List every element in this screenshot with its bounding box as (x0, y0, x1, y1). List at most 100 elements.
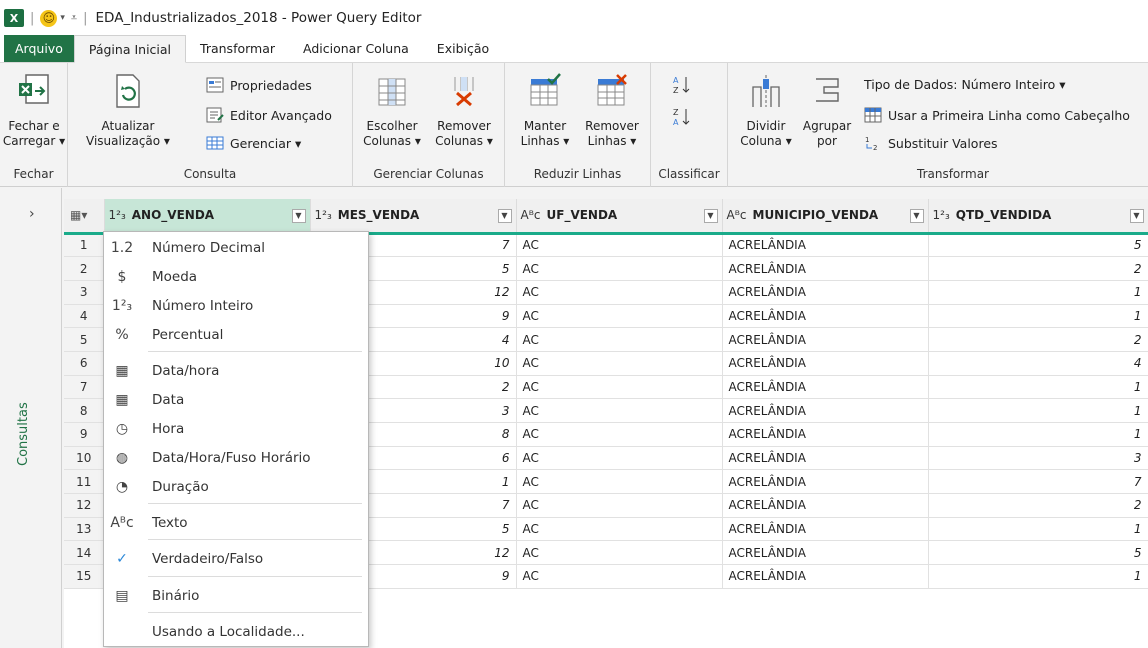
refresh-preview-button[interactable]: Atualizar Visualização ▾ (78, 73, 178, 149)
cell-uf-venda[interactable]: AC (516, 540, 723, 566)
menu-item-true-false[interactable]: ✓ Verdadeiro/Falso (104, 545, 368, 573)
menu-item-percentage[interactable]: % Percentual (104, 321, 368, 349)
tab-pagina-inicial[interactable]: Página Inicial (73, 35, 187, 63)
cell-uf-venda[interactable]: AC (516, 564, 723, 589)
menu-item-whole-number[interactable]: 1²₃ Número Inteiro (104, 292, 368, 320)
cell-qtd-vendida[interactable]: 2 (928, 256, 1148, 281)
cell-qtd-vendida[interactable]: 5 (928, 233, 1148, 258)
tab-adicionar-coluna[interactable]: Adicionar Coluna (289, 35, 423, 62)
cell-uf-venda[interactable]: AC (516, 422, 723, 447)
cell-municipio-venda[interactable]: ACRELÂNDIA (722, 517, 929, 542)
cell-qtd-vendida[interactable]: 2 (928, 327, 1148, 352)
cell-uf-venda[interactable]: AC (516, 469, 723, 495)
cell-municipio-venda[interactable]: ACRELÂNDIA (722, 256, 929, 281)
row-number[interactable]: 13 (64, 517, 105, 542)
cell-municipio-venda[interactable]: ACRELÂNDIA (722, 304, 929, 329)
tab-exibicao[interactable]: Exibição (423, 35, 503, 62)
cell-municipio-venda[interactable]: ACRELÂNDIA (722, 351, 929, 376)
row-number[interactable]: 15 (64, 564, 105, 589)
queries-pane-label[interactable]: Consultas (16, 402, 31, 466)
cell-municipio-venda[interactable]: ACRELÂNDIA (722, 375, 929, 400)
tab-arquivo[interactable]: Arquivo (4, 35, 74, 62)
cell-municipio-venda[interactable]: ACRELÂNDIA (722, 564, 929, 589)
cell-municipio-venda[interactable]: ACRELÂNDIA (722, 233, 929, 258)
cell-qtd-vendida[interactable]: 2 (928, 493, 1148, 518)
row-number[interactable]: 7 (64, 375, 105, 400)
remove-rows-button[interactable]: Remover Linhas ▾ (579, 73, 645, 149)
use-first-row-headers-button[interactable]: Usar a Primeira Linha como Cabeçalho (864, 107, 1130, 123)
data-type-dropdown[interactable]: Tipo de Dados: Número Inteiro ▾ (864, 77, 1066, 92)
cell-municipio-venda[interactable]: ACRELÂNDIA (722, 493, 929, 518)
table-menu-button[interactable]: ▦▾ (64, 199, 105, 235)
row-number[interactable]: 9 (64, 422, 105, 447)
cell-uf-venda[interactable]: AC (516, 304, 723, 329)
column-header-mes-venda[interactable]: 1²₃ MES_VENDA ▼ (310, 199, 517, 235)
row-number[interactable]: 11 (64, 469, 105, 495)
column-filter-dropdown-icon[interactable]: ▼ (497, 209, 512, 223)
cell-municipio-venda[interactable]: ACRELÂNDIA (722, 469, 929, 495)
row-number[interactable]: 5 (64, 327, 105, 352)
menu-item-time[interactable]: ◷ Hora (104, 415, 368, 443)
menu-item-decimal-number[interactable]: 1.2 Número Decimal (104, 234, 368, 262)
cell-qtd-vendida[interactable]: 1 (928, 280, 1148, 305)
row-number[interactable]: 3 (64, 280, 105, 305)
close-load-button[interactable]: Fechar e Carregar ▾ (2, 73, 66, 149)
cell-municipio-venda[interactable]: ACRELÂNDIA (722, 540, 929, 566)
cell-qtd-vendida[interactable]: 1 (928, 564, 1148, 589)
cell-uf-venda[interactable]: AC (516, 398, 723, 423)
whole-number-type-icon[interactable]: 1²₃ (109, 208, 126, 222)
column-filter-dropdown-icon[interactable]: ▼ (703, 209, 718, 223)
whole-number-type-icon[interactable]: 1²₃ (933, 208, 950, 222)
column-header-ano-venda[interactable]: 1²₃ ANO_VENDA ▼ (104, 199, 311, 235)
cell-qtd-vendida[interactable]: 1 (928, 422, 1148, 447)
whole-number-type-icon[interactable]: 1²₃ (315, 208, 332, 222)
cell-qtd-vendida[interactable]: 1 (928, 517, 1148, 542)
smiley-feedback-icon[interactable]: ☺ (40, 9, 58, 27)
keep-rows-button[interactable]: Manter Linhas ▾ (513, 73, 577, 149)
sort-descending-button[interactable]: ZA (673, 107, 691, 127)
cell-uf-venda[interactable]: AC (516, 280, 723, 305)
menu-item-datetime[interactable]: ▦ Data/hora (104, 357, 368, 385)
row-number[interactable]: 12 (64, 493, 105, 518)
cell-municipio-venda[interactable]: ACRELÂNDIA (722, 327, 929, 352)
menu-item-binary[interactable]: ▤ Binário (104, 582, 368, 610)
sort-ascending-button[interactable]: AZ (673, 75, 691, 95)
row-number[interactable]: 4 (64, 304, 105, 329)
column-filter-dropdown-icon[interactable]: ▼ (909, 209, 924, 223)
row-number[interactable]: 10 (64, 446, 105, 471)
cell-uf-venda[interactable]: AC (516, 233, 723, 258)
column-header-uf-venda[interactable]: Aᴮc UF_VENDA ▼ (516, 199, 723, 235)
menu-item-currency[interactable]: $ Moeda (104, 263, 368, 291)
cell-municipio-venda[interactable]: ACRELÂNDIA (722, 422, 929, 447)
menu-item-text[interactable]: Aᴮc Texto (104, 509, 368, 537)
text-type-icon[interactable]: Aᴮc (521, 208, 541, 222)
row-number[interactable]: 8 (64, 398, 105, 423)
cell-municipio-venda[interactable]: ACRELÂNDIA (722, 398, 929, 423)
remove-columns-button[interactable]: Remover Colunas ▾ (429, 73, 499, 149)
cell-uf-venda[interactable]: AC (516, 375, 723, 400)
replace-values-button[interactable]: 12 Substituir Valores (864, 135, 998, 152)
advanced-editor-button[interactable]: Editor Avançado (206, 107, 332, 123)
column-header-municipio-venda[interactable]: Aᴮc MUNICIPIO_VENDA ▼ (722, 199, 929, 235)
cell-uf-venda[interactable]: AC (516, 517, 723, 542)
text-type-icon[interactable]: Aᴮc (727, 208, 747, 222)
tab-transformar[interactable]: Transformar (186, 35, 289, 62)
row-number[interactable]: 2 (64, 256, 105, 281)
column-filter-dropdown-icon[interactable]: ▼ (1129, 209, 1144, 223)
column-header-qtd-vendida[interactable]: 1²₃ QTD_VENDIDA ▼ (928, 199, 1148, 235)
cell-uf-venda[interactable]: AC (516, 256, 723, 281)
manage-button[interactable]: Gerenciar ▾ (206, 135, 301, 151)
choose-columns-button[interactable]: Escolher Colunas ▾ (359, 73, 425, 149)
column-filter-dropdown-icon[interactable]: ▼ (291, 209, 306, 223)
cell-qtd-vendida[interactable]: 5 (928, 540, 1148, 566)
cell-municipio-venda[interactable]: ACRELÂNDIA (722, 446, 929, 471)
row-number[interactable]: 14 (64, 540, 105, 566)
menu-item-date[interactable]: ▦ Data (104, 386, 368, 414)
quick-access-caret-icon[interactable]: ▾ (60, 13, 65, 23)
cell-uf-venda[interactable]: AC (516, 446, 723, 471)
cell-uf-venda[interactable]: AC (516, 493, 723, 518)
cell-qtd-vendida[interactable]: 4 (928, 351, 1148, 376)
cell-uf-venda[interactable]: AC (516, 327, 723, 352)
expand-queries-icon[interactable]: › (29, 206, 35, 222)
quick-access-customize-icon[interactable]: ⩡ (71, 11, 77, 25)
